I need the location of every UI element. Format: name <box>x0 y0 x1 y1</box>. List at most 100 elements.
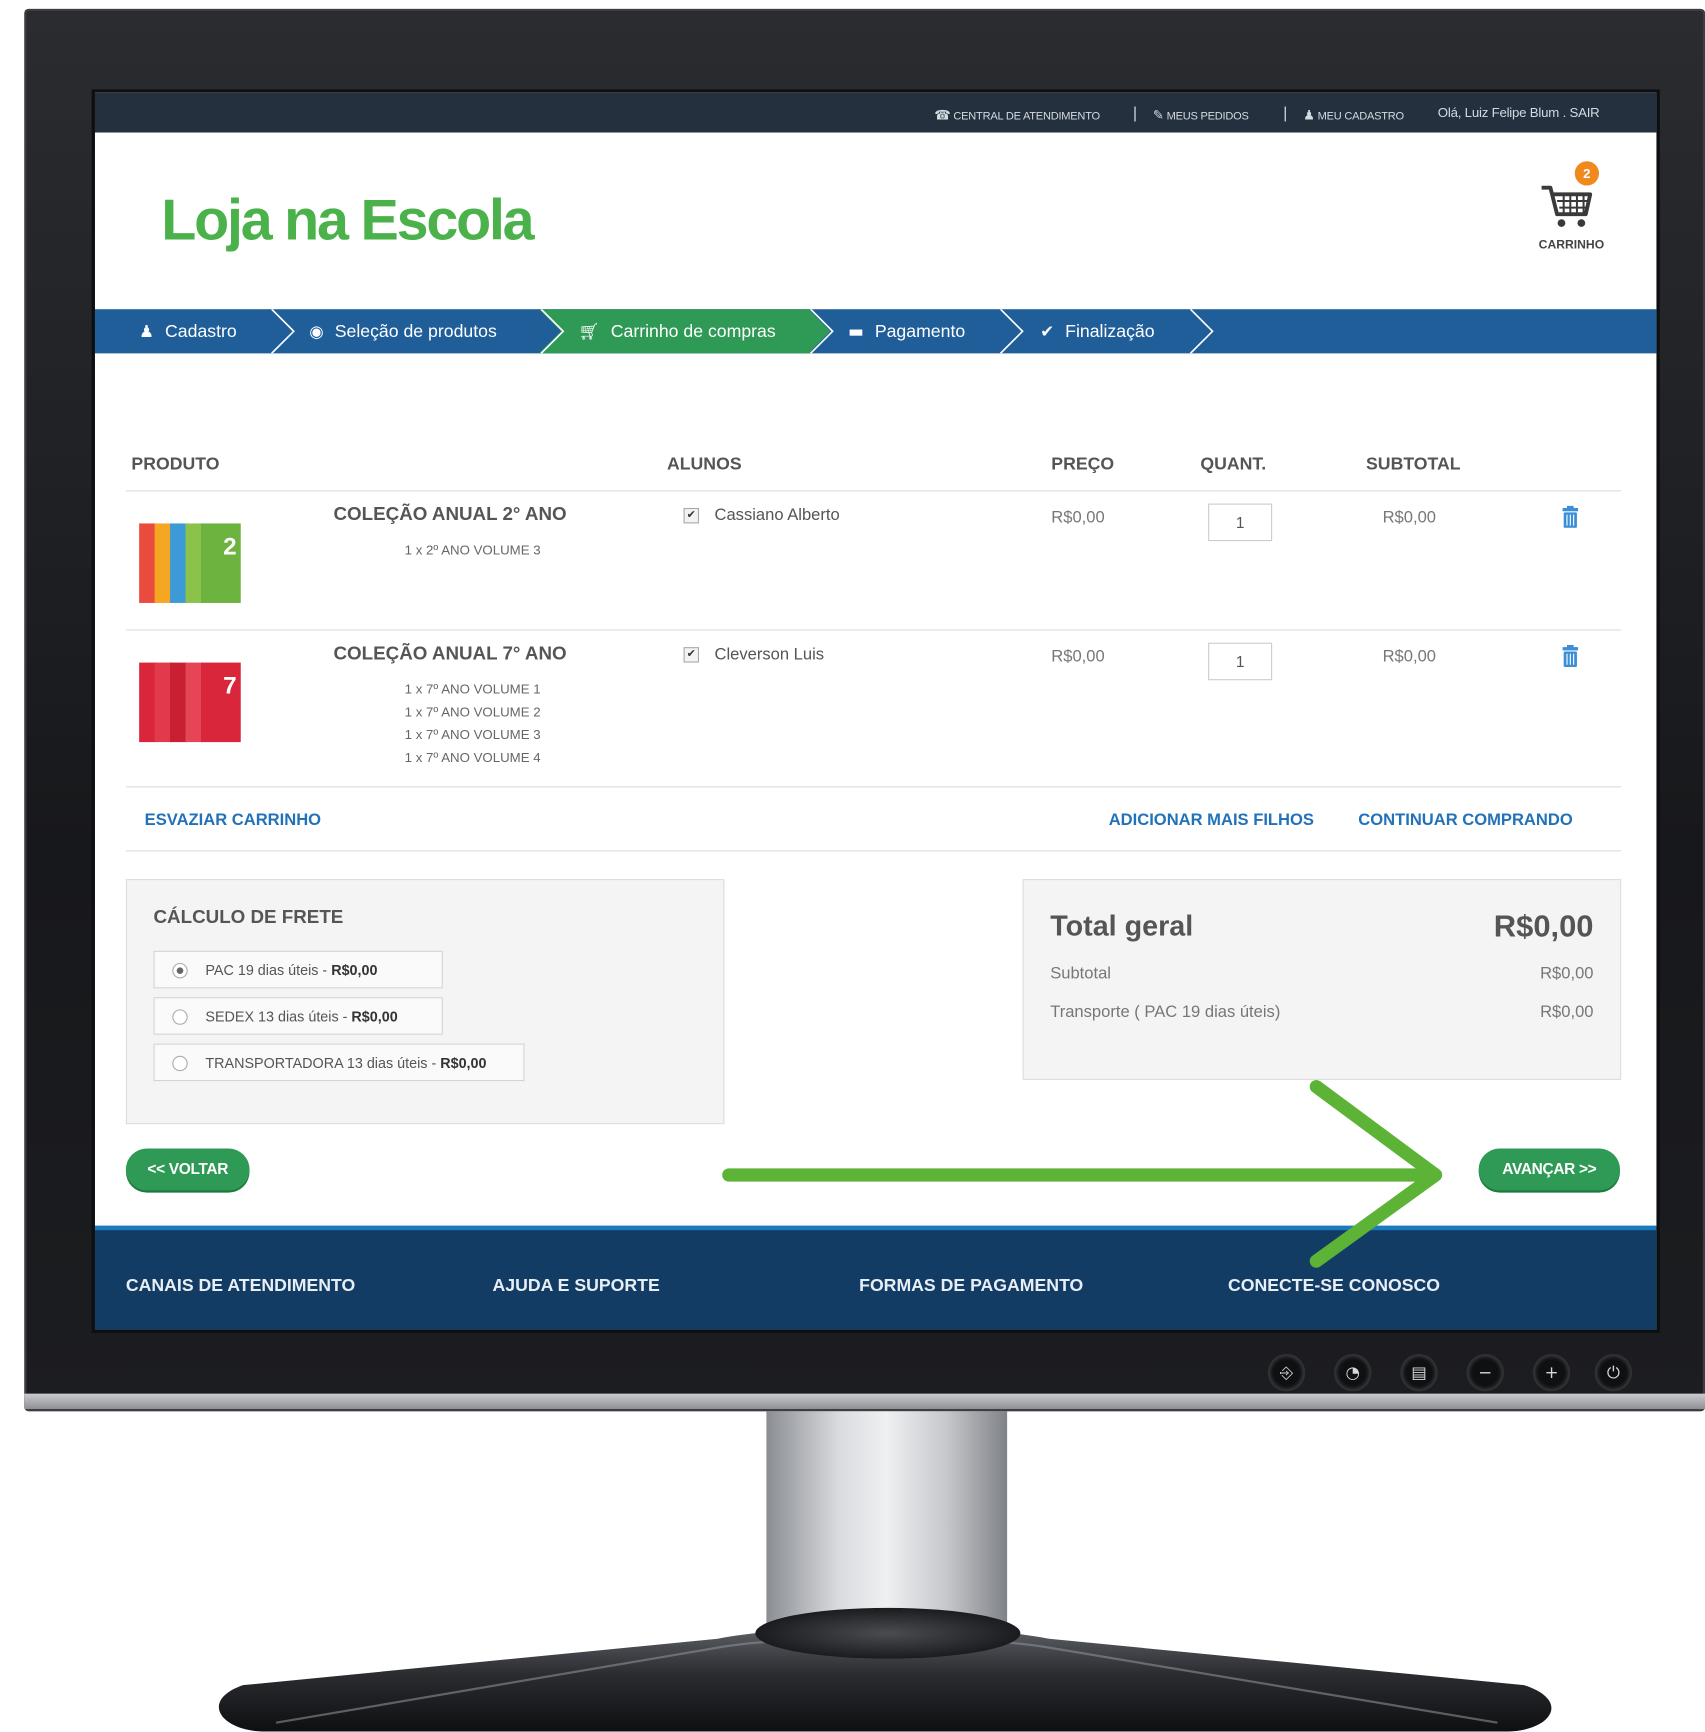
column-header-preco: PREÇO <box>1051 454 1115 474</box>
quantity-input[interactable]: 1 <box>1208 503 1273 542</box>
shipping-option-price: R$0,00 <box>351 1008 398 1025</box>
shipping-row: Transporte ( PAC 19 dias úteis) R$0,00 <box>1050 1003 1593 1022</box>
circle-arrow-icon: ◉ <box>309 321 324 342</box>
product-subtotal: R$0,00 <box>1382 507 1437 527</box>
cart-label: CARRINHO <box>1538 238 1605 252</box>
topbar-pedidos-label: MEUS PEDIDOS <box>1166 110 1249 123</box>
shipping-option-sedex[interactable]: SEDEX 13 dias úteis - R$0,00 <box>153 997 443 1035</box>
topbar-cadastro-link[interactable]: ♟ MEU CADASTRO <box>1303 107 1404 122</box>
back-button[interactable]: << VOLTAR <box>125 1148 250 1191</box>
topbar-pedidos-link[interactable]: ✎ MEUS PEDIDOS <box>1153 107 1249 122</box>
top-utility-bar: ☎ CENTRAL DE ATENDIMENTO | ✎ MEUS PEDIDO… <box>94 92 1657 133</box>
cart-widget[interactable]: 2 CARRINHO <box>1520 157 1624 259</box>
monitor-stand-collar <box>755 1607 1021 1659</box>
subtotal-label: Subtotal <box>1050 964 1111 983</box>
empty-cart-link[interactable]: ESVAZIAR CARRINHO <box>145 811 321 830</box>
product-title: COLEÇÃO ANUAL 7° ANO <box>333 642 567 664</box>
footer-link-canais[interactable]: CANAIS DE ATENDIMENTO <box>126 1277 355 1297</box>
student-checkbox[interactable]: ✔ <box>683 647 700 663</box>
step-chevron-icon <box>271 309 295 354</box>
product-price: R$0,00 <box>1051 647 1105 666</box>
total-title: Total geral <box>1050 908 1194 942</box>
check-circle-icon: ✔ <box>1040 321 1055 342</box>
radio-button[interactable] <box>172 962 188 979</box>
trash-icon[interactable] <box>1561 505 1579 528</box>
shipping-label: Transporte ( PAC 19 dias úteis) <box>1050 1002 1281 1022</box>
book-number: 7 <box>223 673 237 700</box>
monitor-source-icon[interactable]: ◔ <box>1336 1356 1370 1390</box>
product-item: 1 x 7º ANO VOLUME 2 <box>404 703 541 720</box>
step-label: Finalização <box>1065 322 1155 342</box>
radio-button[interactable] <box>172 1055 188 1072</box>
student-name: Cleverson Luis <box>714 644 825 664</box>
shipping-option-label: SEDEX 13 dias úteis - <box>205 1008 352 1025</box>
product-title: COLEÇÃO ANUAL 2° ANO <box>333 503 567 525</box>
topbar-central-link[interactable]: ☎ CENTRAL DE ATENDIMENTO <box>934 107 1100 122</box>
monitor-minus-icon[interactable]: − <box>1468 1356 1502 1390</box>
step-label: Carrinho de compras <box>610 322 776 342</box>
shipping-option-price: R$0,00 <box>440 1054 487 1072</box>
product-item: 1 x 7º ANO VOLUME 3 <box>404 726 541 743</box>
subtotal-row: Subtotal R$0,00 <box>1050 964 1593 983</box>
continue-shopping-link[interactable]: CONTINUAR COMPRANDO <box>1358 811 1572 830</box>
shipping-option-pac[interactable]: PAC 19 dias úteis - R$0,00 <box>153 950 443 989</box>
shipping-option-transportadora[interactable]: TRANSPORTADORA 13 dias úteis - R$0,00 <box>153 1043 525 1082</box>
radio-button[interactable] <box>172 1009 188 1025</box>
monitor-menu-icon[interactable]: ▤ <box>1402 1356 1436 1390</box>
divider <box>125 629 1622 631</box>
page-stage: ⎆ ◔ ▤ − + ⏻ ☎ CENTRAL DE ATENDIMENTO | ✎… <box>0 0 1705 1732</box>
subtotal-value: R$0,00 <box>1540 964 1594 983</box>
step-pagamento[interactable]: ▬ Pagamento <box>848 309 965 353</box>
edit-icon: ✎ <box>1152 107 1164 123</box>
book-number: 2 <box>223 533 237 560</box>
shipping-option-label: PAC 19 dias úteis - <box>205 961 332 979</box>
step-chevron-icon <box>1189 309 1214 354</box>
step-cadastro[interactable]: ♟ Cadastro <box>139 309 237 353</box>
card-icon: ▬ <box>848 321 864 342</box>
footer-link-pagamento[interactable]: FORMAS DE PAGAMENTO <box>859 1277 1083 1297</box>
user-icon: ♟ <box>139 321 154 342</box>
monitor-power-icon[interactable]: ⏻ <box>1596 1356 1630 1390</box>
step-carrinho[interactable]: 🛒︎ Carrinho de compras <box>579 309 776 353</box>
product-items: 1 x 2º ANO VOLUME 3 <box>373 539 572 562</box>
footer-link-conecte[interactable]: CONECTE-SE CONOSCO <box>1228 1277 1440 1297</box>
phone-icon: ☎ <box>934 107 951 123</box>
step-selecao[interactable]: ◉ Seleção de produtos <box>309 309 497 353</box>
divider <box>125 850 1622 852</box>
product-item: 1 x 7º ANO VOLUME 4 <box>404 749 541 765</box>
cart-count-badge: 2 <box>1574 161 1600 186</box>
student-checkbox[interactable]: ✔ <box>683 507 700 524</box>
monitor-screen: ☎ CENTRAL DE ATENDIMENTO | ✎ MEUS PEDIDO… <box>94 92 1657 1330</box>
column-header-quant: QUANT. <box>1200 454 1267 474</box>
topbar-cadastro-label: MEU CADASTRO <box>1317 110 1405 123</box>
order-totals: Total geral R$0,00 Subtotal R$0,00 Transp… <box>1022 879 1622 1081</box>
trash-icon[interactable] <box>1561 644 1579 667</box>
shipping-option-label: TRANSPORTADORA 13 dias úteis - <box>205 1054 441 1072</box>
step-chevron-icon <box>538 309 565 354</box>
product-item: 1 x 7º ANO VOLUME 1 <box>404 681 541 697</box>
product-image: 2 <box>139 523 241 603</box>
site-logo[interactable]: Loja na Escola <box>161 188 534 254</box>
product-items: 1 x 7º ANO VOLUME 1 1 x 7º ANO VOLUME 2 … <box>373 678 572 769</box>
topbar-separator: | <box>1133 103 1138 122</box>
monitor-plus-icon[interactable]: + <box>1534 1356 1569 1390</box>
checkout-steps: ♟ Cadastro ◉ Seleção de produtos 🛒︎ Carrinh… <box>94 309 1657 354</box>
column-header-produto: PRODUTO <box>131 454 220 474</box>
shipping-calculator: CÁLCULO DE FRETE PAC 19 dias úteis - R$0… <box>125 879 725 1125</box>
topbar-greeting[interactable]: Olá, Luiz Felipe Blum . SAIR <box>1438 105 1600 120</box>
cart-icon <box>1541 185 1593 227</box>
next-button[interactable]: AVANÇAR >> <box>1478 1148 1621 1191</box>
step-chevron-icon <box>808 309 834 354</box>
footer-link-ajuda[interactable]: AJUDA E SUPORTE <box>493 1277 660 1297</box>
step-label: Seleção de produtos <box>334 322 497 342</box>
add-children-link[interactable]: ADICIONAR MAIS FILHOS <box>1109 811 1314 830</box>
product-item: 1 x 2º ANO VOLUME 3 <box>404 542 541 558</box>
step-label: Cadastro <box>165 322 237 342</box>
shipping-title: CÁLCULO DE FRETE <box>153 906 344 928</box>
monitor-input-icon[interactable]: ⎆ <box>1269 1356 1304 1390</box>
step-finalizacao[interactable]: ✔ Finalização <box>1040 309 1154 353</box>
monitor-bezel-edge <box>24 1393 1705 1410</box>
product-subtotal: R$0,00 <box>1382 647 1437 666</box>
topbar-central-label: CENTRAL DE ATENDIMENTO <box>953 110 1100 123</box>
quantity-input[interactable]: 1 <box>1208 642 1273 681</box>
